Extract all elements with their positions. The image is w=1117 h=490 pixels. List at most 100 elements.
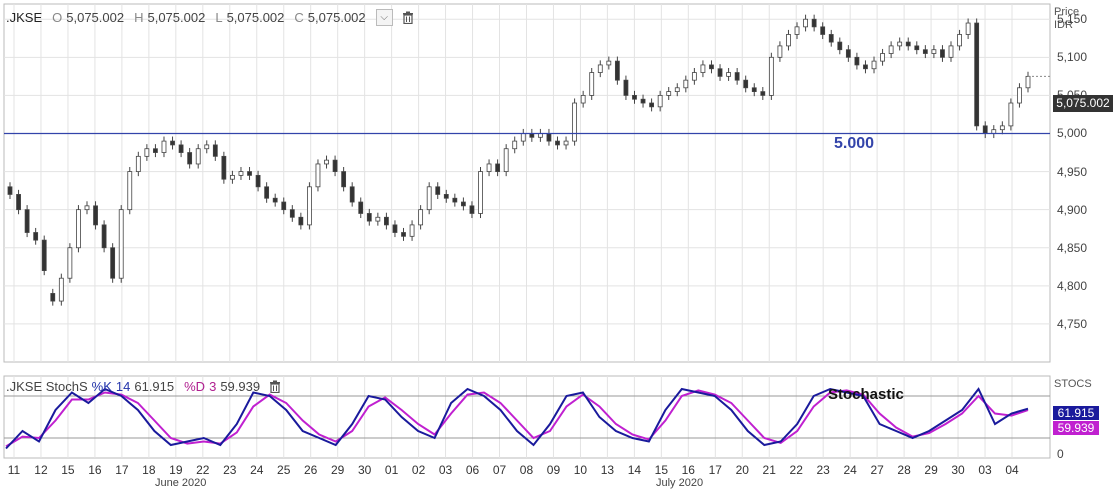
candle xyxy=(683,79,689,89)
candle xyxy=(76,209,81,249)
date-tick-label: 08 xyxy=(519,463,534,477)
candle xyxy=(589,72,595,96)
date-tick-label: 30 xyxy=(951,463,965,477)
candle xyxy=(546,133,552,142)
candle xyxy=(93,205,98,226)
date-tick-label: 19 xyxy=(169,463,183,477)
date-tick-label: 29 xyxy=(924,463,938,477)
trash-icon[interactable] xyxy=(401,10,415,25)
stoch-axis-title: STOCS xyxy=(1054,378,1092,390)
candle xyxy=(632,95,637,100)
k-period: 14 xyxy=(115,379,131,394)
open-label: O xyxy=(52,9,63,25)
stoch-symbol: .JKSE StochS xyxy=(6,379,88,394)
candle xyxy=(67,247,73,279)
candle xyxy=(760,91,766,96)
candle xyxy=(691,72,697,81)
low-label: L xyxy=(215,9,223,25)
candle xyxy=(178,144,184,153)
candle xyxy=(555,140,560,146)
date-tick-label: 23 xyxy=(816,463,830,477)
candle xyxy=(700,64,706,73)
candle xyxy=(332,159,338,172)
candle xyxy=(195,148,201,165)
month-label-june: June 2020 xyxy=(155,477,207,489)
candle xyxy=(965,22,971,35)
candle xyxy=(135,155,141,172)
date-tick-label: 12 xyxy=(34,463,48,477)
candle xyxy=(1017,87,1022,104)
candle xyxy=(597,64,603,73)
candle xyxy=(666,91,672,96)
date-tick-label: 24 xyxy=(250,463,264,477)
d-label: %D xyxy=(184,379,206,394)
candle xyxy=(863,64,868,70)
candle xyxy=(888,45,894,54)
price-tick-label: 4,750 xyxy=(1057,316,1088,331)
candle xyxy=(452,197,458,203)
date-tick-label: 24 xyxy=(843,463,857,477)
candle xyxy=(820,26,826,35)
last-price-tag: 5,075.002 xyxy=(1053,95,1113,112)
date-tick-label: 16 xyxy=(88,463,102,477)
candle xyxy=(803,18,808,28)
date-tick-label: 22 xyxy=(789,463,803,477)
date-tick-label: 06 xyxy=(465,463,480,477)
candle xyxy=(281,201,287,211)
date-tick-label: 28 xyxy=(897,463,911,477)
candle xyxy=(880,53,885,62)
close-label: C xyxy=(294,9,304,25)
price-header: .JKSE O 5,075.002 H 5,075.002 L 5,075.002 C… xyxy=(6,7,415,27)
candle xyxy=(1008,102,1014,127)
candle xyxy=(905,41,911,47)
price-tick-label: 4,900 xyxy=(1057,202,1088,217)
candle xyxy=(897,41,903,47)
stoch-header: .JKSE StochS %K 14 61.915 %D 3 59.939 xyxy=(6,379,282,394)
date-tick-label: 01 xyxy=(384,463,399,477)
candle xyxy=(768,56,774,96)
date-tick-label: 17 xyxy=(708,463,722,477)
date-tick-label: 09 xyxy=(546,463,561,477)
candle xyxy=(161,140,167,153)
candle xyxy=(478,171,483,214)
date-tick-label: 26 xyxy=(304,463,318,477)
trash-icon[interactable] xyxy=(268,379,282,394)
date-tick-label: 29 xyxy=(330,463,345,477)
candle xyxy=(854,56,860,66)
candle xyxy=(982,125,988,134)
candle xyxy=(101,224,107,249)
price-tick-label: 5,000 xyxy=(1057,126,1088,141)
candle xyxy=(734,72,740,81)
candle xyxy=(563,140,569,146)
candle xyxy=(786,34,791,47)
date-tick-label: 21 xyxy=(762,463,776,477)
price-tick-label: 4,950 xyxy=(1057,164,1088,179)
candle xyxy=(709,64,714,70)
candle xyxy=(349,186,355,203)
candle xyxy=(375,216,381,222)
d-period: 3 xyxy=(209,379,217,394)
level-annotation: 5.000 xyxy=(834,135,875,152)
candle xyxy=(811,18,817,28)
candle xyxy=(751,87,757,92)
candle xyxy=(623,79,629,96)
chart-canvas xyxy=(3,3,1051,459)
candle xyxy=(974,22,980,127)
symbol-label: .JKSE xyxy=(6,9,43,25)
price-tick-label: 5,100 xyxy=(1057,50,1088,65)
candle xyxy=(999,125,1005,131)
chevron-down-icon[interactable]: ⌵ xyxy=(375,8,393,26)
candle xyxy=(255,174,261,188)
candle xyxy=(16,194,21,211)
candle xyxy=(614,60,620,81)
candle xyxy=(118,209,124,279)
date-tick-label: 11 xyxy=(7,463,21,477)
candle xyxy=(24,209,30,233)
d-value: 59.939 xyxy=(220,379,261,394)
candle xyxy=(572,102,578,142)
candle xyxy=(957,34,962,47)
date-tick-label: 03 xyxy=(978,463,992,477)
candle xyxy=(409,224,415,237)
candle xyxy=(657,95,663,108)
candle xyxy=(41,239,47,271)
